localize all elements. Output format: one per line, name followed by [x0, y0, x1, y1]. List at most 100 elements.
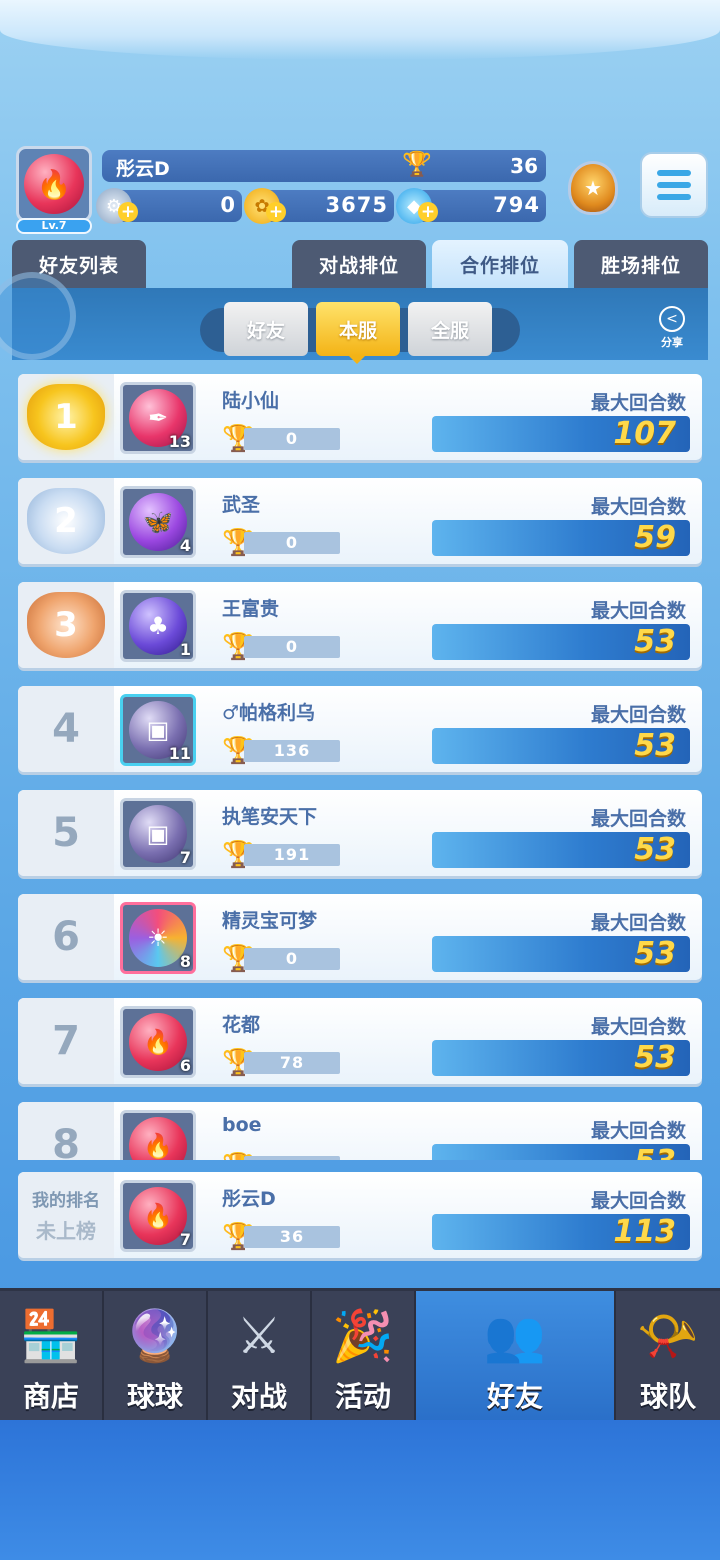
max-rounds: 53 [432, 832, 690, 868]
player-name: ♂帕格利乌 [222, 702, 316, 724]
gems-bar: ◆ + 794 [396, 188, 546, 224]
menu-line [657, 182, 691, 188]
nav-battle[interactable]: ⚔ 对战 [208, 1291, 312, 1423]
max-rounds: 53 [432, 936, 690, 972]
fire-orb-icon: 🔥 [24, 154, 84, 214]
whistle-icon: 📯 [636, 1307, 700, 1365]
share-button[interactable]: < 分享 [652, 306, 692, 356]
coins-value: 3675 [325, 193, 388, 217]
ball-card: ▣ 11 [120, 694, 196, 766]
silver-medal-icon: 2 [27, 488, 105, 554]
ball-level: 1 [179, 640, 191, 659]
my-rank-cell: 我的排名 未上榜 [18, 1172, 114, 1258]
nav-label: 活动 [334, 1380, 391, 1413]
trophy-count: 0 [244, 1156, 340, 1160]
ball-level: 4 [179, 536, 191, 555]
metric-label: 最大回合数 [590, 1190, 686, 1212]
ball-card: 🦋 4 [120, 486, 196, 558]
ranking-row[interactable]: 8 🔥 7 boe 🏆 0 最大回合数 53 [18, 1102, 702, 1160]
player-name: 精灵宝可梦 [222, 910, 318, 932]
tab-battle-rank[interactable]: 对战排位 [292, 240, 426, 288]
metric-label: 最大回合数 [590, 600, 686, 622]
nav-events[interactable]: 🎉 活动 [312, 1291, 416, 1423]
ball-orb-icon: 🔥 [129, 1117, 187, 1160]
ball-level: 11 [168, 744, 191, 763]
bottom-background [0, 1420, 720, 1560]
nav-team[interactable]: 📯 球队 [616, 1291, 720, 1423]
player-name: boe [222, 1114, 262, 1136]
ranking-row[interactable]: 6 ☀ 8 精灵宝可梦 🏆 0 最大回合数 53 [18, 894, 702, 980]
trophy-icon: 🏆 [402, 150, 432, 178]
ranking-row[interactable]: 1 ✒ 13 陆小仙 🏆 0 最大回合数 107 [18, 374, 702, 460]
metric-label: 最大回合数 [590, 496, 686, 518]
player-name: 王富贵 [222, 598, 280, 620]
snow-banner [0, 0, 720, 60]
my-rank-status: 未上榜 [36, 1219, 96, 1243]
tab-wins-rank[interactable]: 胜场排位 [574, 240, 708, 288]
add-resource-1-button[interactable]: + [118, 202, 138, 222]
bronze-medal-icon: 3 [27, 592, 105, 658]
ranking-row[interactable]: 7 🔥 6 花都 🏆 78 最大回合数 53 [18, 998, 702, 1084]
ball-orb-icon: ♣ [129, 597, 187, 655]
nav-label: 商店 [22, 1380, 79, 1413]
player-name: 彤云D [222, 1188, 276, 1210]
nav-label: 球队 [639, 1380, 696, 1413]
rank-cell: 1 [18, 374, 114, 460]
my-rank-row: 我的排名 未上榜 🔥 7 彤云D 🏆 36 最大回合数 113 [18, 1172, 702, 1258]
ranking-row[interactable]: 5 ▣ 7 执笔安天下 🏆 191 最大回合数 53 [18, 790, 702, 876]
ball-orb-icon: 🔥 [129, 1013, 187, 1071]
ball-card: ♣ 1 [120, 590, 196, 662]
player-name: 陆小仙 [222, 390, 280, 412]
rank-cell: 3 [18, 582, 114, 668]
ranking-row[interactable]: 4 ▣ 11 ♂帕格利乌 🏆 136 最大回合数 53 [18, 686, 702, 772]
scope-friends-button[interactable]: 好友 [224, 302, 308, 356]
rank-number: 6 [18, 894, 114, 980]
resource-1-bar: ⚙ + 0 [96, 188, 242, 224]
max-rounds: 107 [432, 416, 690, 452]
add-gems-button[interactable]: + [418, 202, 438, 222]
gems-value: 794 [493, 193, 540, 217]
ball-card: ✒ 13 [120, 382, 196, 454]
add-coins-button[interactable]: + [266, 202, 286, 222]
scope-server-button[interactable]: 本服 [316, 302, 400, 356]
max-rounds: 53 [432, 728, 690, 764]
player-trophies: 36 [510, 154, 538, 178]
max-rounds: 53 [432, 624, 690, 660]
trophy-count: 0 [244, 948, 340, 970]
nav-label: 对战 [230, 1380, 287, 1413]
shop-icon: 🏪 [19, 1307, 83, 1365]
rank-shield-icon: ★ [568, 161, 618, 215]
ranking-list[interactable]: 1 ✒ 13 陆小仙 🏆 0 最大回合数 107 2 🦋 4 武圣 🏆 0 最大… [18, 374, 702, 1160]
player-level: Lv.7 [16, 218, 92, 234]
ball-orb-icon: 🦋 [129, 493, 187, 551]
ball-card: 🔥 7 [120, 1110, 196, 1160]
player-name: 彤云D [116, 158, 170, 180]
metric-label: 最大回合数 [590, 392, 686, 414]
scope-all-button[interactable]: 全服 [408, 302, 492, 356]
rank-number: 7 [18, 998, 114, 1084]
menu-line [657, 194, 691, 200]
menu-button[interactable] [640, 152, 708, 218]
trophy-count: 0 [244, 532, 340, 554]
trophy-count: 191 [244, 844, 340, 866]
rank-number: 5 [18, 790, 114, 876]
nav-friends[interactable]: 👥 好友 [416, 1291, 616, 1423]
party-icon: 🎉 [331, 1307, 395, 1365]
metric-label: 最大回合数 [590, 808, 686, 830]
rank-emblem[interactable]: ★ [562, 152, 624, 224]
tab-coop-rank[interactable]: 合作排位 [432, 240, 568, 288]
swords-icon: ⚔ [236, 1307, 282, 1365]
player-avatar[interactable]: 🔥 [16, 146, 92, 222]
nav-balls[interactable]: 🔮 球球 [104, 1291, 208, 1423]
friends-icon: 👥 [483, 1307, 547, 1365]
ranking-row[interactable]: 2 🦋 4 武圣 🏆 0 最大回合数 59 [18, 478, 702, 564]
rank-number: 4 [18, 686, 114, 772]
max-rounds: 59 [432, 520, 690, 556]
nav-shop[interactable]: 🏪 商店 [0, 1291, 104, 1423]
ball-card: ▣ 7 [120, 798, 196, 870]
max-rounds: 113 [432, 1214, 690, 1250]
selected-notch [349, 356, 365, 364]
ranking-row[interactable]: 3 ♣ 1 王富贵 🏆 0 最大回合数 53 [18, 582, 702, 668]
player-name: 武圣 [222, 494, 261, 516]
ball-level: 8 [179, 952, 191, 971]
